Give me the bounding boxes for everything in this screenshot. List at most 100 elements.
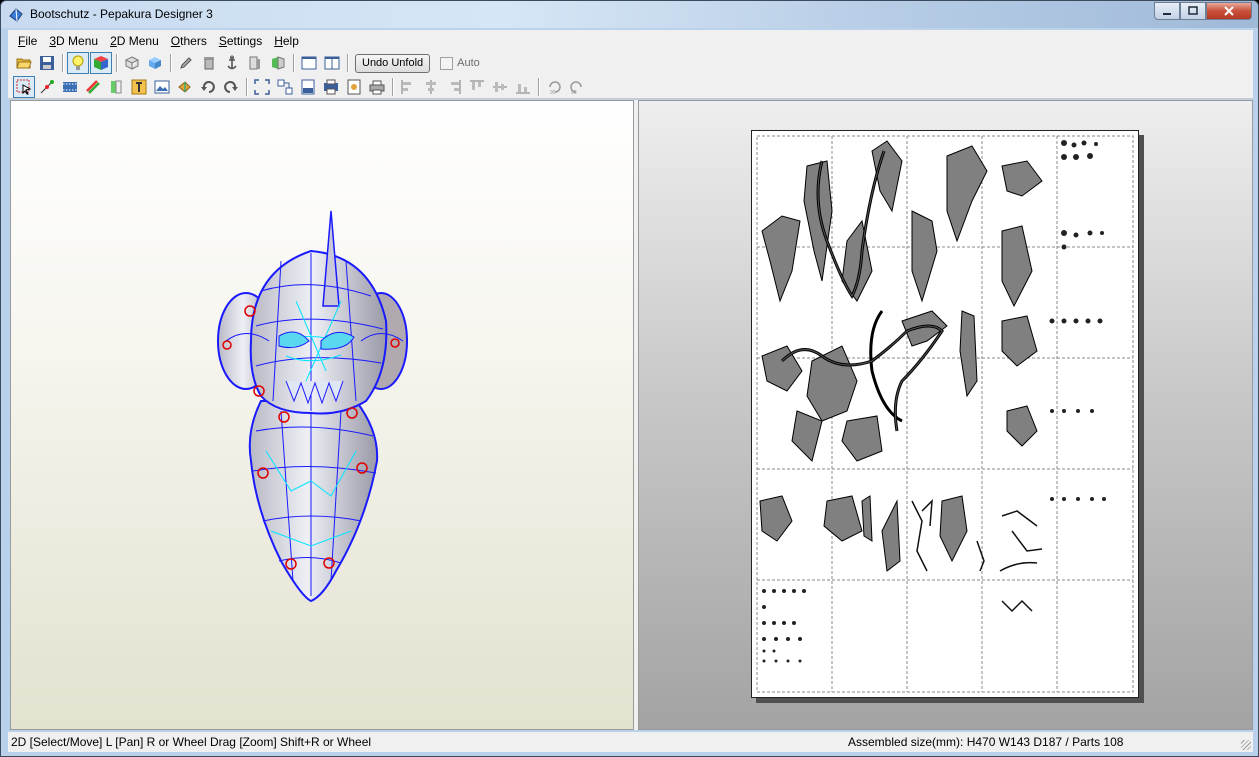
single-view-button[interactable] — [298, 52, 320, 74]
close-icon — [1224, 6, 1234, 16]
page-button[interactable] — [297, 76, 319, 98]
menu-file[interactable]: File — [12, 34, 43, 48]
save-icon — [40, 56, 54, 70]
wireframe-box-icon — [124, 56, 140, 70]
2d-view-pane[interactable] — [638, 100, 1253, 730]
auto-checkbox-box[interactable] — [440, 56, 454, 70]
edit-button[interactable] — [175, 52, 197, 74]
texture-view-button[interactable] — [144, 52, 166, 74]
align-bottom-button[interactable] — [512, 76, 534, 98]
rotate-90-left-icon: 90 — [549, 80, 561, 95]
connect-edges-icon — [40, 79, 54, 93]
close-button[interactable] — [1206, 2, 1252, 20]
image-button[interactable] — [151, 76, 173, 98]
settings-page-icon — [347, 79, 361, 94]
connect-edges-button[interactable] — [36, 76, 58, 98]
align-middle-button[interactable] — [489, 76, 511, 98]
rotate-right-icon — [224, 80, 238, 93]
print-preview-button[interactable] — [320, 76, 342, 98]
rotate-right-button[interactable] — [220, 76, 242, 98]
text-button[interactable] — [128, 76, 150, 98]
align-bottom-icon — [516, 83, 530, 93]
flip-face-icon — [272, 56, 285, 70]
film-button[interactable] — [59, 76, 81, 98]
align-center-icon — [426, 79, 436, 94]
rotate-90-right-icon: 90 — [570, 80, 582, 95]
textured-box-icon — [149, 57, 161, 69]
svg-text:90: 90 — [550, 90, 556, 95]
3d-view-pane[interactable] — [10, 100, 634, 730]
align-left-button[interactable] — [397, 76, 419, 98]
print-preview-icon — [324, 79, 338, 94]
pencil-icon — [180, 57, 192, 69]
anchor-icon — [227, 55, 237, 70]
auto-checkbox[interactable]: Auto — [440, 56, 480, 70]
text-icon — [131, 79, 147, 94]
arrange-icon — [277, 79, 293, 94]
delete-button[interactable] — [198, 52, 220, 74]
dual-view-icon — [324, 56, 340, 70]
status-assembled-size: Assembled size(mm): H470 W143 D187 / Par… — [848, 735, 1124, 749]
menu-help[interactable]: Help — [268, 34, 305, 48]
align-right-button[interactable] — [443, 76, 465, 98]
align-top-button[interactable] — [466, 76, 488, 98]
wireframe-button[interactable] — [121, 52, 143, 74]
menu-bar: File 3D Menu 2D Menu Others Settings Hel… — [8, 30, 1253, 51]
toolbar-separator — [116, 54, 118, 72]
menu-2d[interactable]: 2D Menu — [104, 34, 165, 48]
save-button[interactable] — [36, 52, 58, 74]
flip-face-button[interactable] — [267, 52, 289, 74]
unfolded-parts[interactable] — [752, 131, 1138, 697]
main-toolbar: Undo Unfold Auto — [8, 51, 1253, 75]
texture-toggle[interactable] — [90, 52, 112, 74]
edge-button[interactable] — [244, 52, 266, 74]
maximize-button[interactable] — [1180, 2, 1206, 20]
toolbar-separator — [392, 77, 394, 96]
dual-view-button[interactable] — [321, 52, 343, 74]
rotate-90-left-button[interactable]: 90 — [543, 76, 565, 98]
toolbar-separator — [293, 54, 295, 72]
light-bulb-icon — [72, 55, 84, 70]
join-icon — [111, 80, 122, 93]
color-cube-icon — [94, 56, 108, 70]
toolbar-separator — [246, 77, 248, 96]
paper-sheet[interactable] — [751, 130, 1139, 698]
printer-icon — [369, 80, 385, 94]
print-button[interactable] — [366, 76, 388, 98]
title-bar[interactable]: Bootschutz - Pepakura Designer 3 — [1, 1, 1258, 28]
app-icon — [9, 8, 23, 22]
menu-others[interactable]: Others — [165, 34, 213, 48]
maximize-icon — [1188, 6, 1198, 15]
align-center-button[interactable] — [420, 76, 442, 98]
fit-button[interactable] — [251, 76, 273, 98]
window-controls — [1154, 2, 1252, 20]
lighting-toggle[interactable] — [67, 52, 89, 74]
flap-button[interactable] — [174, 76, 196, 98]
single-view-icon — [301, 56, 317, 70]
align-left-icon — [401, 79, 411, 94]
undo-unfold-button[interactable]: Undo Unfold — [355, 53, 431, 73]
arrange-button[interactable] — [274, 76, 296, 98]
menu-3d[interactable]: 3D Menu — [43, 34, 104, 48]
image-icon — [154, 80, 170, 93]
3d-model[interactable] — [11, 101, 635, 731]
align-middle-icon — [493, 81, 507, 92]
flap-icon — [178, 80, 191, 93]
select-move-button[interactable] — [13, 75, 35, 98]
anchor-button[interactable] — [221, 52, 243, 74]
page-settings-button[interactable] — [343, 76, 365, 98]
rotate-left-button[interactable] — [197, 76, 219, 98]
paint-button[interactable] — [82, 76, 104, 98]
join-button[interactable] — [105, 76, 127, 98]
minimize-icon — [1163, 13, 1171, 15]
menu-settings[interactable]: Settings — [213, 34, 268, 48]
layout-toolbar: 90 90 — [8, 75, 1253, 99]
auto-checkbox-label: Auto — [457, 57, 480, 69]
film-icon — [63, 81, 77, 92]
rotate-90-right-button[interactable]: 90 — [566, 76, 588, 98]
open-button[interactable] — [13, 52, 35, 74]
minimize-button[interactable] — [1154, 2, 1180, 20]
resize-grip[interactable] — [1241, 740, 1251, 750]
status-hint: 2D [Select/Move] L [Pan] R or Wheel Drag… — [11, 735, 372, 749]
toolbar-separator — [62, 54, 64, 72]
